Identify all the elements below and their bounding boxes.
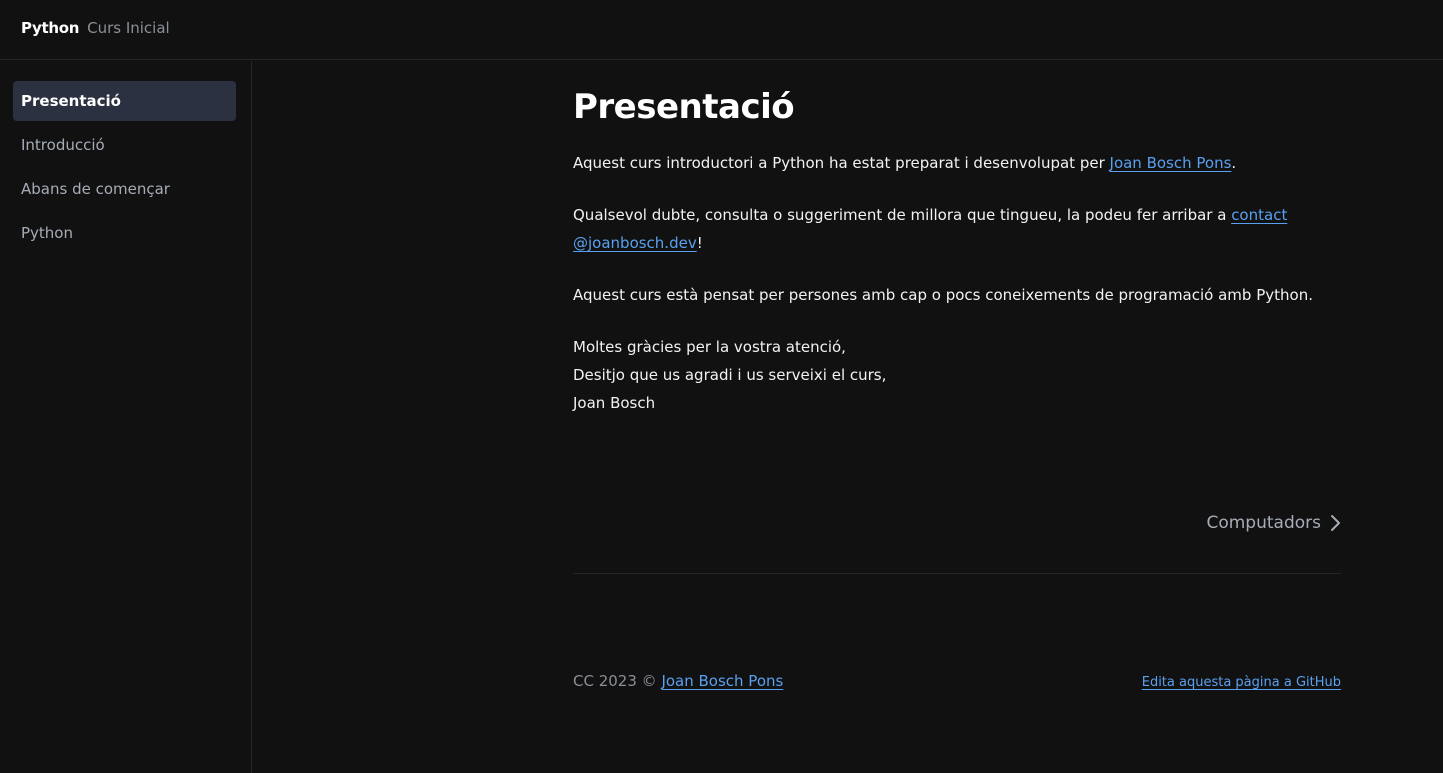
page-title: Presentació bbox=[573, 87, 795, 127]
footer-copyright: CC 2023 © Joan Bosch Pons bbox=[573, 672, 783, 690]
closing-paragraph: Moltes gràcies per la vostra atenció, Des… bbox=[573, 333, 1341, 417]
sidebar-item-python[interactable]: Python bbox=[13, 213, 236, 253]
contact-email-link-part2[interactable]: @joanbosch.dev bbox=[573, 234, 697, 252]
contact-text: Qualsevol dubte, consulta o suggeriment … bbox=[573, 206, 1232, 224]
intro-paragraph: Aquest curs introductori a Python ha est… bbox=[573, 149, 1341, 177]
closing-line-3: Joan Bosch bbox=[573, 394, 656, 412]
next-page-link[interactable]: Computadors bbox=[1206, 513, 1341, 533]
brand[interactable]: Python Curs Inicial bbox=[21, 19, 170, 37]
divider bbox=[573, 573, 1341, 574]
copyright-text: CC 2023 © bbox=[573, 672, 662, 690]
sidebar-item-abans-de-comencar[interactable]: Abans de començar bbox=[13, 169, 236, 209]
footer-edit: Edita aquesta pàgina a GitHub bbox=[1142, 675, 1341, 690]
closing-line-1: Moltes gràcies per la vostra atenció, bbox=[573, 338, 846, 356]
footer-author-link[interactable]: Joan Bosch Pons bbox=[661, 672, 783, 690]
sidebar: Presentació Introducció Abans de comença… bbox=[0, 61, 252, 773]
chevron-right-icon bbox=[1331, 515, 1340, 531]
closing-line-2: Desitjo que us agradi i us serveixi el c… bbox=[573, 366, 887, 384]
intro-after: . bbox=[1231, 154, 1237, 172]
contact-after: ! bbox=[696, 234, 703, 252]
next-page-label: Computadors bbox=[1206, 513, 1321, 533]
edit-on-github-link[interactable]: Edita aquesta pàgina a GitHub bbox=[1142, 675, 1341, 690]
audience-paragraph: Aquest curs està pensat per persones amb… bbox=[573, 286, 1313, 304]
sidebar-item-presentacio[interactable]: Presentació bbox=[13, 81, 236, 121]
sidebar-item-introduccio[interactable]: Introducció bbox=[13, 125, 236, 165]
author-link[interactable]: Joan Bosch Pons bbox=[1110, 154, 1232, 172]
intro-text: Aquest curs introductori a Python ha est… bbox=[573, 154, 1110, 172]
top-bar: Python Curs Inicial bbox=[0, 0, 1443, 60]
contact-email-link-part1[interactable]: contact bbox=[1231, 206, 1287, 224]
brand-title[interactable]: Python bbox=[21, 19, 79, 37]
contact-paragraph: Qualsevol dubte, consulta o suggeriment … bbox=[573, 201, 1341, 257]
brand-subtitle: Curs Inicial bbox=[87, 19, 170, 37]
